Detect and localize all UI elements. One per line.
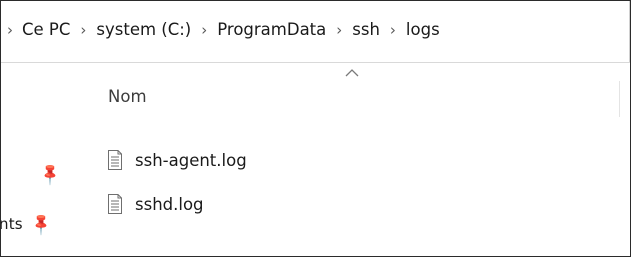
pin-icon[interactable]: 📌 [37, 161, 63, 187]
chevron-right-icon[interactable]: › [336, 21, 342, 39]
chevron-right-icon[interactable]: › [7, 21, 13, 39]
address-bar-divider [629, 1, 630, 62]
column-header-name[interactable]: Nom [108, 87, 147, 106]
nav-item-pinned[interactable]: 📌 [1, 161, 71, 187]
nav-item-label: nts [0, 215, 23, 233]
nav-item-documents[interactable]: nts 📌 [0, 211, 71, 237]
breadcrumb-item-logs[interactable]: logs [406, 20, 440, 39]
text-file-icon [108, 150, 122, 170]
file-row-sshd-log[interactable]: sshd.log [107, 191, 587, 217]
column-divider[interactable] [619, 81, 620, 117]
file-row-ssh-agent-log[interactable]: ssh-agent.log [107, 147, 587, 173]
chevron-right-icon[interactable]: › [390, 21, 396, 39]
breadcrumb-item-ssh[interactable]: ssh [352, 20, 380, 39]
breadcrumb: › Ce PC › system (C:) › ProgramData › ss… [7, 20, 440, 39]
sort-ascending-icon [345, 69, 359, 77]
chevron-right-icon[interactable]: › [80, 21, 86, 39]
file-list: Nom ssh-agent.log sshd.log [71, 63, 630, 256]
text-file-icon [108, 194, 122, 214]
breadcrumb-item-ce-pc[interactable]: Ce PC [22, 20, 70, 39]
explorer-window: › Ce PC › system (C:) › ProgramData › ss… [0, 0, 631, 257]
breadcrumb-item-system-c[interactable]: system (C:) [96, 20, 191, 39]
address-bar[interactable]: › Ce PC › system (C:) › ProgramData › ss… [1, 1, 630, 63]
breadcrumb-item-programdata[interactable]: ProgramData [217, 20, 326, 39]
chevron-right-icon[interactable]: › [201, 21, 207, 39]
file-name: sshd.log [135, 194, 204, 214]
file-name: ssh-agent.log [135, 150, 247, 170]
pin-icon[interactable]: 📌 [28, 211, 54, 237]
navigation-pane: 📌 nts 📌 [1, 63, 71, 256]
